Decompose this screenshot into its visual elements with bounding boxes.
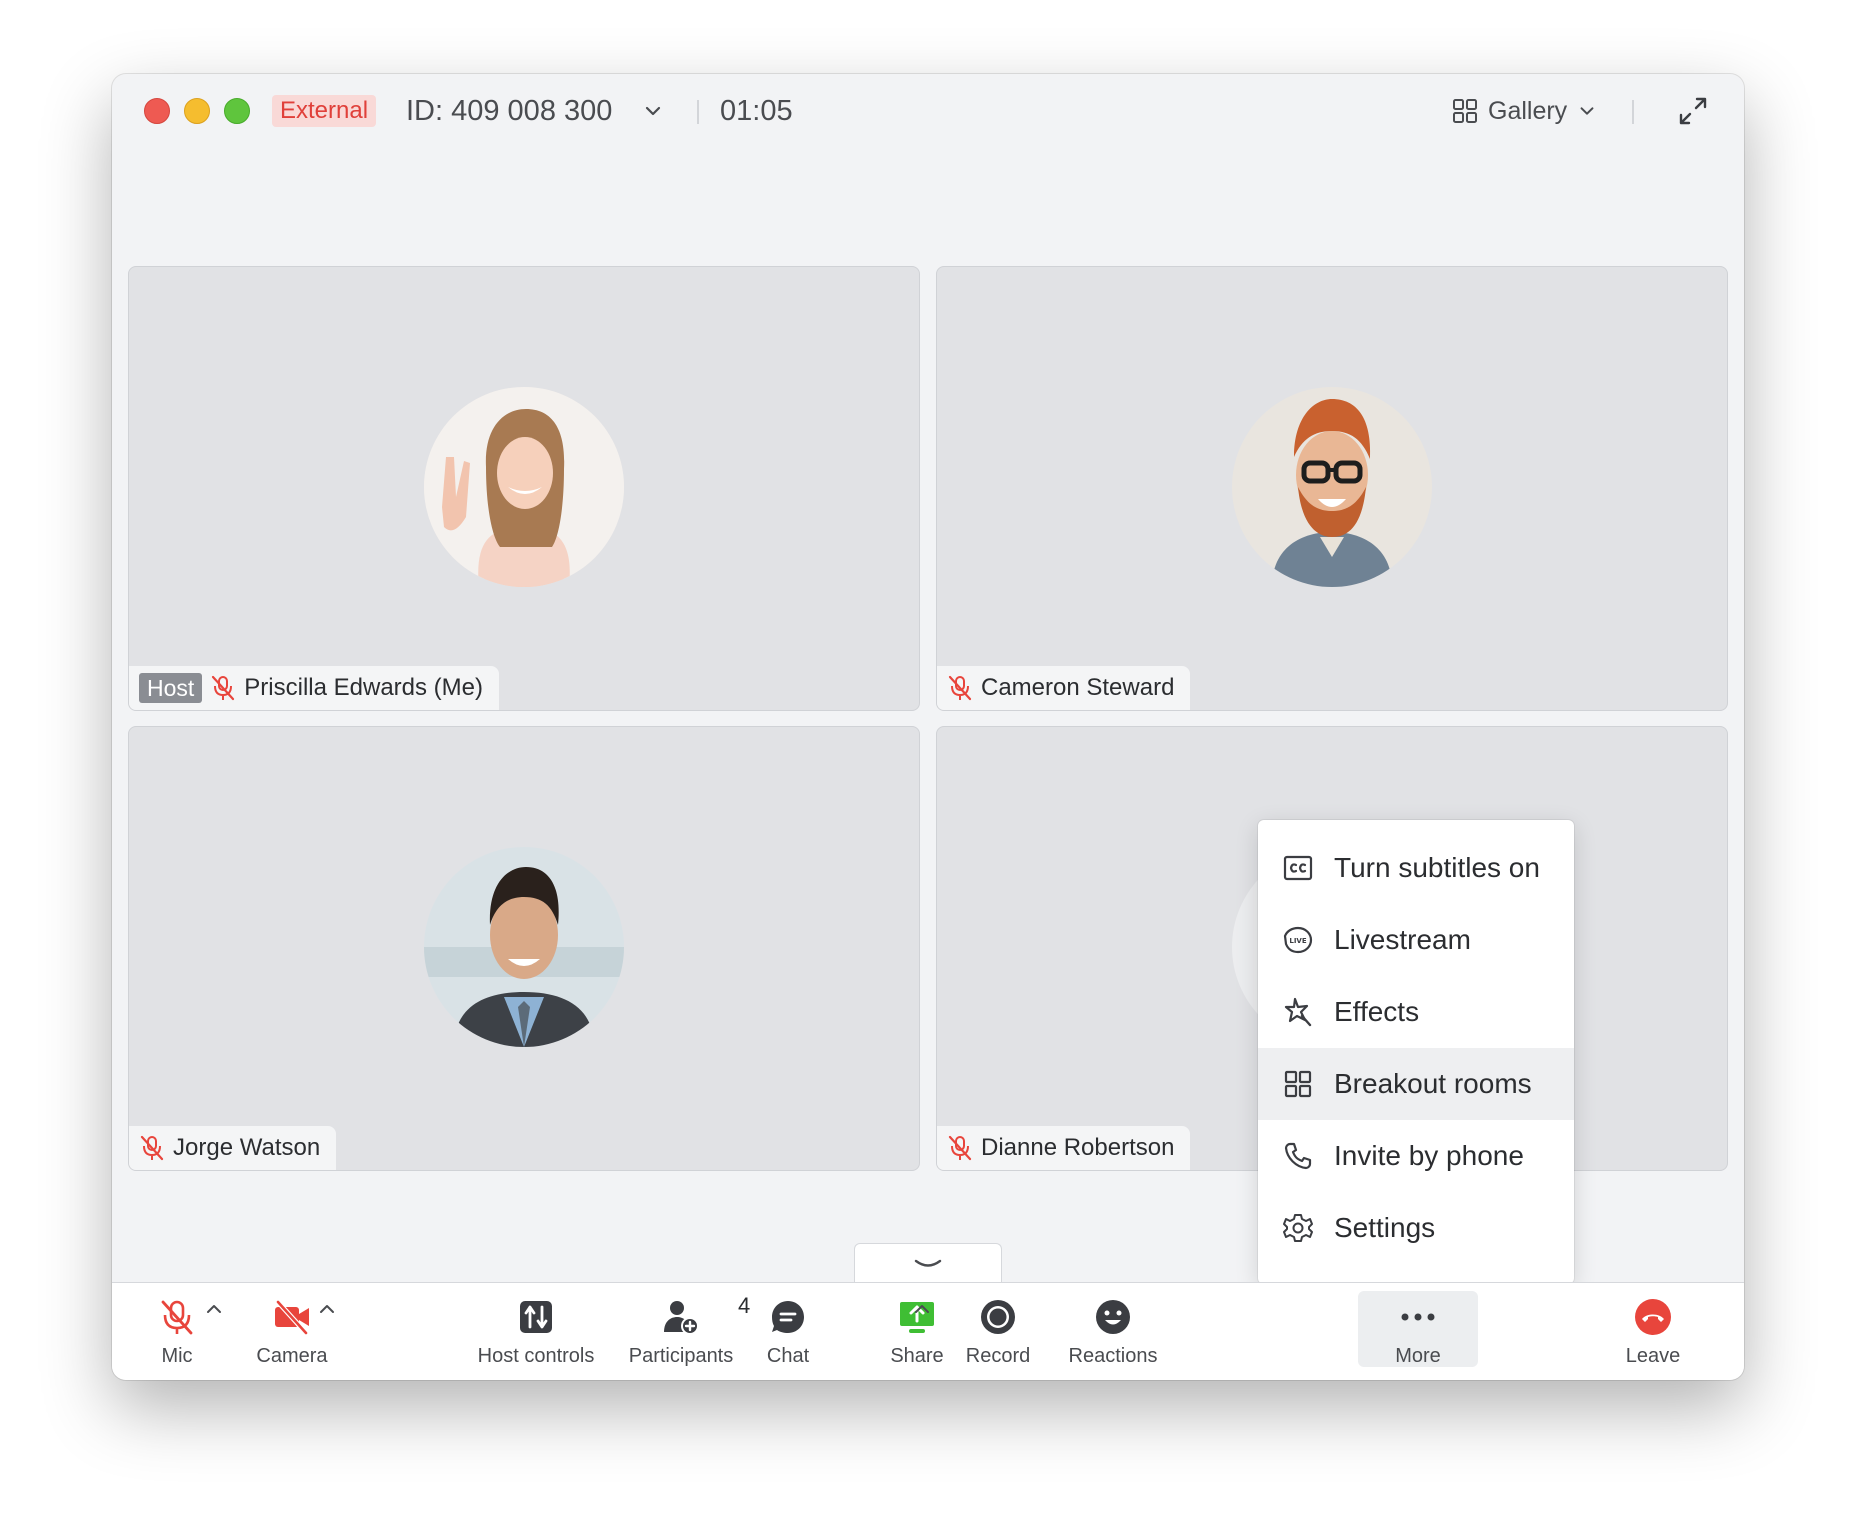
menu-item-effects[interactable]: Effects <box>1258 976 1574 1048</box>
gallery-grid-icon <box>1453 99 1477 123</box>
video-tile[interactable]: Cameron Steward <box>936 266 1728 711</box>
participants-icon <box>664 1301 699 1335</box>
host-controls-icon <box>520 1301 552 1333</box>
camera-off-icon <box>275 1299 309 1336</box>
menu-item-breakout-rooms[interactable]: Breakout rooms <box>1258 1048 1574 1120</box>
chevron-up-icon[interactable] <box>912 1301 932 1317</box>
host-tag: Host <box>139 673 203 703</box>
meeting-window: External ID: 409 008 300 01:05 Gallery H… <box>112 74 1744 1380</box>
chevron-down-icon <box>914 1259 942 1267</box>
participant-nameplate: Dianne Robertson <box>937 1126 1191 1170</box>
close-window-button[interactable] <box>144 98 170 124</box>
more-label: More <box>1395 1345 1441 1367</box>
share-label: Share <box>890 1345 944 1367</box>
mic-muted-icon <box>948 1135 972 1161</box>
more-menu: Turn subtitles on LIVE Livestream Effect… <box>1258 820 1574 1284</box>
host-controls-button[interactable]: Host controls <box>468 1283 604 1380</box>
video-tile[interactable]: Jorge Watson <box>128 726 920 1171</box>
svg-text:LIVE: LIVE <box>1289 937 1306 945</box>
menu-item-invite-by-phone[interactable]: Invite by phone <box>1258 1120 1574 1192</box>
mic-label: Mic <box>161 1345 193 1367</box>
record-icon <box>981 1300 1015 1334</box>
chat-button[interactable]: Chat <box>758 1283 818 1380</box>
meeting-timer: 01:05 <box>720 95 793 127</box>
hang-up-icon <box>1635 1299 1671 1335</box>
gear-icon <box>1283 1214 1313 1242</box>
subtitles-icon <box>1283 855 1313 881</box>
divider <box>697 100 699 124</box>
menu-item-label: Breakout rooms <box>1334 1068 1532 1099</box>
menu-item-label: Settings <box>1334 1212 1436 1243</box>
video-tile[interactable]: Host Priscilla Edwards (Me) <box>128 266 920 711</box>
mic-muted-icon <box>140 1135 164 1161</box>
mic-muted-icon <box>161 1300 193 1335</box>
meeting-toolbar: Mic Camera Host controls Participants 4 … <box>112 1282 1744 1380</box>
minimize-window-button[interactable] <box>184 98 210 124</box>
leave-label: Leave <box>1625 1345 1681 1367</box>
menu-item-label: Invite by phone <box>1334 1140 1524 1171</box>
share-button[interactable]: Share <box>882 1283 952 1380</box>
menu-item-subtitles[interactable]: Turn subtitles on <box>1258 832 1574 904</box>
zoom-window-button[interactable] <box>224 98 250 124</box>
chat-icon <box>772 1301 804 1333</box>
participant-nameplate: Cameron Steward <box>937 666 1191 710</box>
more-dots-icon <box>1401 1313 1435 1321</box>
host-controls-label: Host controls <box>477 1345 595 1367</box>
chevron-up-icon[interactable] <box>204 1301 224 1317</box>
view-mode-label: Gallery <box>1488 96 1568 125</box>
participants-button[interactable]: Participants <box>620 1283 742 1380</box>
record-button[interactable]: Record <box>958 1283 1038 1380</box>
avatar <box>424 847 624 1047</box>
view-mode-button[interactable]: Gallery <box>1452 92 1597 130</box>
chevron-up-icon[interactable] <box>317 1301 337 1317</box>
participant-nameplate: Jorge Watson <box>129 1126 337 1170</box>
avatar <box>1232 387 1432 587</box>
avatar <box>424 387 624 587</box>
mic-muted-icon <box>948 675 972 701</box>
more-button[interactable]: More <box>1378 1283 1458 1380</box>
chat-label: Chat <box>766 1345 810 1367</box>
reactions-label: Reactions <box>1068 1345 1158 1367</box>
smiley-icon <box>1096 1300 1130 1334</box>
breakout-rooms-icon <box>1284 1070 1312 1098</box>
collapse-toolbar-tab[interactable] <box>854 1243 1002 1284</box>
leave-button[interactable]: Leave <box>1618 1283 1688 1380</box>
menu-item-label: Livestream <box>1334 924 1471 955</box>
livestream-icon: LIVE <box>1283 926 1313 954</box>
participant-name: Priscilla Edwards (Me) <box>244 674 484 701</box>
participant-name: Dianne Robertson <box>981 1134 1175 1161</box>
external-badge: External <box>272 95 377 127</box>
participants-label: Participants <box>628 1345 734 1367</box>
menu-item-label: Turn subtitles on <box>1334 852 1540 883</box>
mic-muted-icon <box>212 675 235 701</box>
participants-count: 4 <box>738 1293 751 1318</box>
menu-item-label: Effects <box>1334 996 1420 1027</box>
chevron-down-icon <box>1580 107 1594 115</box>
participant-name: Jorge Watson <box>173 1134 321 1161</box>
menu-item-settings[interactable]: Settings <box>1258 1192 1574 1264</box>
reactions-button[interactable]: Reactions <box>1058 1283 1168 1380</box>
title-bar: External ID: 409 008 300 01:05 Gallery <box>112 74 1744 148</box>
effects-icon <box>1284 997 1312 1027</box>
menu-item-livestream[interactable]: LIVE Livestream <box>1258 904 1574 976</box>
phone-icon <box>1284 1142 1312 1170</box>
mic-button[interactable]: Mic <box>144 1283 210 1380</box>
camera-button[interactable]: Camera <box>242 1283 342 1380</box>
camera-label: Camera <box>256 1345 328 1367</box>
fullscreen-icon[interactable] <box>1676 94 1710 128</box>
chevron-down-icon[interactable] <box>642 100 664 122</box>
record-label: Record <box>965 1345 1031 1367</box>
participant-name: Cameron Steward <box>981 674 1175 701</box>
meeting-id[interactable]: ID: 409 008 300 <box>406 92 612 130</box>
participant-nameplate: Host Priscilla Edwards (Me) <box>129 666 500 710</box>
divider <box>1632 100 1634 124</box>
